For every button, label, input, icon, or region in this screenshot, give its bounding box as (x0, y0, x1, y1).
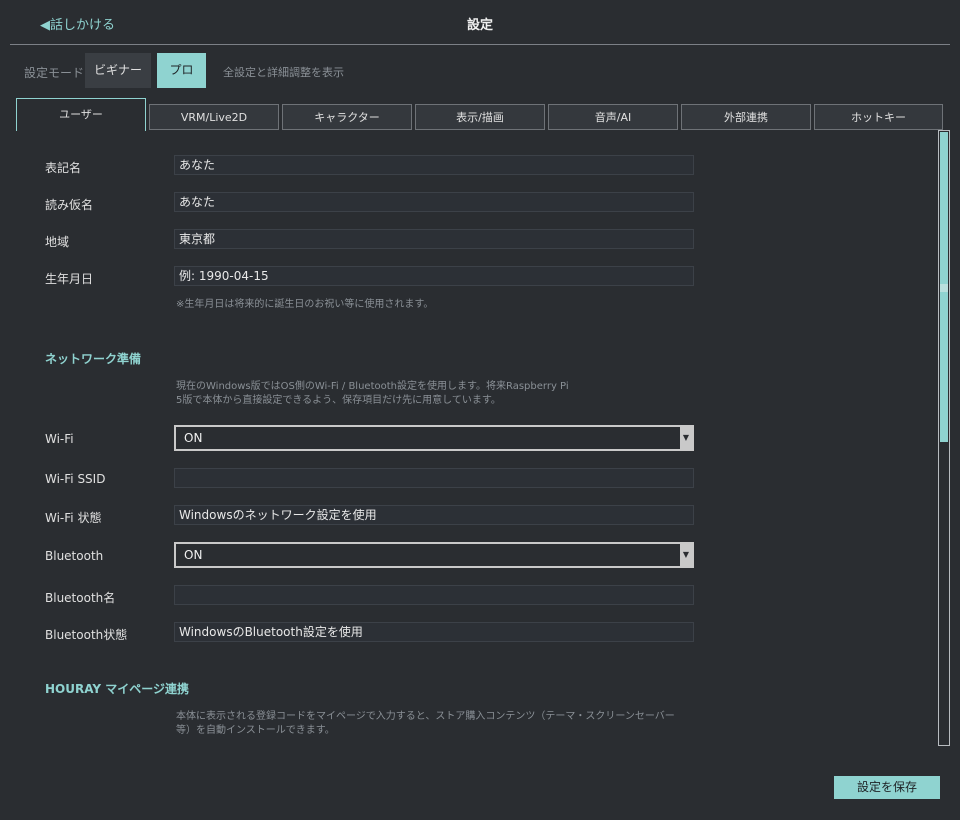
tab-character[interactable]: キャラクター (282, 104, 412, 130)
birthday-label: 生年月日 (45, 272, 94, 286)
mode-label: 設定モード (24, 66, 85, 80)
tab-display[interactable]: 表示/描画 (415, 104, 545, 130)
network-note-line2: 5版で本体から直接設定できるよう、保存項目だけ先に用意しています。 (176, 395, 501, 406)
bluetooth-status-label: Bluetooth状態 (45, 628, 128, 642)
settings-panel: 表記名 あなた 読み仮名 あなた 地域 東京都 生年月日 例: 1990-04-… (16, 130, 940, 746)
display-name-label: 表記名 (45, 161, 82, 175)
save-settings-button[interactable]: 設定を保存 (834, 776, 940, 799)
houray-section-title: HOURAY マイページ連携 (45, 682, 189, 696)
bluetooth-select-value: ON (184, 548, 203, 562)
header-bar: ◀話しかける 設定 (0, 0, 960, 44)
bluetooth-label: Bluetooth (45, 549, 104, 563)
wifi-ssid-label: Wi-Fi SSID (45, 472, 106, 486)
birthday-input[interactable]: 例: 1990-04-15 (174, 266, 694, 286)
wifi-status-field: Windowsのネットワーク設定を使用 (174, 505, 694, 525)
houray-note-line2: 等）を自動インストールできます。 (176, 725, 335, 736)
reading-input[interactable]: あなた (174, 192, 694, 212)
wifi-ssid-input[interactable] (174, 468, 694, 488)
wifi-status-label: Wi-Fi 状態 (45, 511, 102, 525)
network-note-line1: 現在のWindows版ではOS側のWi-Fi / Bluetooth設定を使用し… (176, 381, 569, 392)
birthday-note: ※生年月日は将来的に誕生日のお祝い等に使用されます。 (176, 299, 434, 310)
bluetooth-name-label: Bluetooth名 (45, 591, 116, 605)
region-label: 地域 (45, 235, 70, 249)
tab-vrm-live2d[interactable]: VRM/Live2D (149, 104, 279, 130)
beginner-mode-button[interactable]: ビギナー (85, 53, 151, 88)
wifi-select[interactable]: ON ▼ (174, 425, 694, 451)
tab-voice-ai[interactable]: 音声/AI (548, 104, 678, 130)
chevron-down-icon[interactable]: ▼ (680, 427, 692, 449)
header-divider (10, 44, 950, 45)
tab-external[interactable]: 外部連携 (681, 104, 811, 130)
region-input[interactable]: 東京都 (174, 229, 694, 249)
page-title: 設定 (466, 18, 493, 33)
reading-label: 読み仮名 (45, 198, 94, 212)
wifi-select-value: ON (184, 431, 203, 445)
houray-note-line1: 本体に表示される登録コードをマイページで入力すると、ストア購入コンテンツ（テーマ… (176, 711, 675, 722)
chevron-down-icon[interactable]: ▼ (680, 544, 692, 566)
tab-hotkey[interactable]: ホットキー (814, 104, 943, 130)
bluetooth-status-field: WindowsのBluetooth設定を使用 (174, 622, 694, 642)
bluetooth-name-input[interactable] (174, 585, 694, 605)
scrollbar-grip (940, 284, 948, 292)
pro-mode-button[interactable]: プロ (157, 53, 206, 88)
network-section-title: ネットワーク準備 (45, 352, 142, 366)
bluetooth-select[interactable]: ON ▼ (174, 542, 694, 568)
wifi-label: Wi-Fi (45, 432, 74, 446)
tab-user[interactable]: ユーザー (16, 98, 146, 131)
mode-description: 全設定と詳細調整を表示 (223, 66, 344, 79)
display-name-input[interactable]: あなた (174, 155, 694, 175)
